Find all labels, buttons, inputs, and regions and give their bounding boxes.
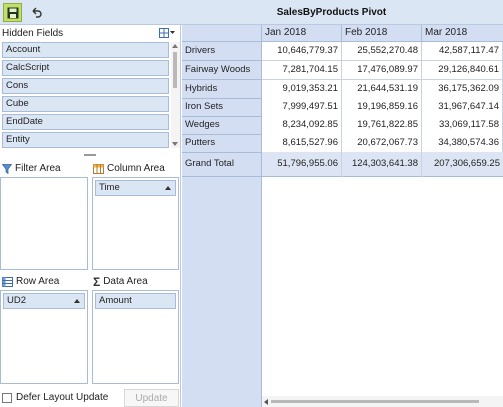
horizontal-scroll-thumb[interactable]: [271, 400, 479, 403]
field-item-enddate[interactable]: EndDate: [2, 114, 169, 130]
row-header-fairway-woods[interactable]: Fairway Woods: [182, 61, 262, 80]
data-area-header: Σ Data Area: [93, 274, 148, 289]
sort-ascending-icon[interactable]: [74, 299, 80, 303]
column-area-header: Column Area: [93, 163, 165, 174]
panel-splitter[interactable]: [84, 154, 96, 156]
filter-area-header: Filter Area: [2, 163, 61, 174]
update-button[interactable]: Update: [124, 389, 179, 407]
column-header-jan-2018[interactable]: Jan 2018: [262, 25, 342, 42]
scroll-left-arrow-icon[interactable]: [264, 399, 268, 405]
row-area-label: Row Area: [16, 276, 60, 287]
table-cell[interactable]: 21,644,531.19: [342, 80, 422, 99]
field-list-panel: Hidden Fields Account CalcScript Cons Cu…: [0, 25, 181, 407]
layout-grid-icon[interactable]: [159, 27, 175, 39]
table-cell[interactable]: 36,175,362.09: [422, 80, 503, 99]
table-cell[interactable]: 31,967,647.14: [422, 98, 503, 117]
row-area-icon: [2, 276, 13, 287]
pivot-title: SalesByProducts Pivot: [276, 7, 387, 18]
scroll-up-arrow-icon[interactable]: [172, 44, 178, 48]
table-cell[interactable]: 42,587,117.47: [422, 42, 503, 61]
horizontal-scrollbar[interactable]: [262, 396, 503, 407]
table-cell[interactable]: 34,380,574.36: [422, 134, 503, 153]
table-cell[interactable]: 33,069,117.58: [422, 116, 503, 135]
table-cell[interactable]: 10,646,779.37: [262, 42, 342, 61]
data-area-drop-zone[interactable]: Amount: [92, 290, 179, 384]
grand-total-cell[interactable]: 51,796,955.06: [262, 152, 342, 177]
row-header-iron-sets[interactable]: Iron Sets: [182, 98, 262, 117]
corner-header: [182, 25, 262, 42]
table-cell[interactable]: 8,234,092.85: [262, 116, 342, 135]
defer-layout-label: Defer Layout Update: [16, 392, 109, 403]
table-cell[interactable]: 7,999,497.51: [262, 98, 342, 117]
scroll-thumb[interactable]: [173, 52, 177, 88]
column-area-label: Column Area: [107, 163, 165, 174]
table-cell[interactable]: 19,761,822.85: [342, 116, 422, 135]
filter-area-label: Filter Area: [15, 163, 61, 174]
field-item-entity[interactable]: Entity: [2, 132, 169, 148]
row-area-header: Row Area: [2, 276, 59, 287]
defer-layout-checkbox[interactable]: [2, 392, 12, 403]
hidden-fields-label: Hidden Fields: [2, 27, 64, 39]
table-cell[interactable]: 9,019,353.21: [262, 80, 342, 99]
sort-ascending-icon[interactable]: [165, 186, 171, 190]
field-item-calcscript[interactable]: CalcScript: [2, 60, 169, 76]
filter-area-drop-zone[interactable]: [0, 177, 88, 270]
table-cell[interactable]: 20,672,067.73: [342, 134, 422, 153]
grand-total-cell[interactable]: 124,303,641.38: [342, 152, 422, 177]
hidden-field-list: Account CalcScript Cons Cube EndDate Ent…: [0, 42, 172, 150]
column-area-drop-zone[interactable]: Time: [92, 177, 179, 270]
sigma-icon: Σ: [93, 274, 101, 289]
table-cell[interactable]: 8,615,527.96: [262, 134, 342, 153]
column-header-mar-2018[interactable]: Mar 2018: [422, 25, 503, 42]
pivot-grid: Jan 2018 Feb 2018 Mar 2018 Drivers 10,64…: [182, 25, 503, 407]
defer-layout-update[interactable]: Defer Layout Update: [2, 392, 108, 403]
row-area-drop-zone[interactable]: UD2: [0, 290, 88, 384]
field-item-cube[interactable]: Cube: [2, 96, 169, 112]
table-cell[interactable]: 7,281,704.15: [262, 61, 342, 80]
row-field-ud2[interactable]: UD2: [3, 293, 85, 309]
column-field-time-label: Time: [99, 182, 120, 193]
data-field-amount[interactable]: Amount: [95, 293, 176, 309]
row-header-putters[interactable]: Putters: [182, 134, 262, 153]
grand-total-label[interactable]: Grand Total: [182, 152, 262, 177]
field-item-cons[interactable]: Cons: [2, 78, 169, 94]
data-field-amount-label: Amount: [99, 295, 132, 306]
table-cell[interactable]: 19,196,859.16: [342, 98, 422, 117]
grand-total-cell[interactable]: 207,306,659.25: [422, 152, 503, 177]
data-area-label: Data Area: [103, 276, 148, 287]
table-cell[interactable]: 17,476,089.97: [342, 61, 422, 80]
row-header-hybrids[interactable]: Hybrids: [182, 80, 262, 99]
toolbar: SalesByProducts Pivot: [0, 0, 503, 25]
hidden-fields-header: Hidden Fields: [0, 25, 181, 41]
column-header-feb-2018[interactable]: Feb 2018: [342, 25, 422, 42]
table-cell[interactable]: 29,126,840.61: [422, 61, 503, 80]
column-header-row: Jan 2018 Feb 2018 Mar 2018: [182, 25, 503, 42]
field-item-account[interactable]: Account: [2, 42, 169, 58]
row-header-wedges[interactable]: Wedges: [182, 116, 262, 135]
field-list-scrollbar[interactable]: [171, 42, 180, 148]
row-header-drivers[interactable]: Drivers: [182, 42, 262, 61]
table-cell[interactable]: 25,552,270.48: [342, 42, 422, 61]
column-field-time[interactable]: Time: [95, 180, 176, 196]
scroll-down-arrow-icon[interactable]: [172, 142, 178, 146]
column-area-icon: [93, 163, 104, 174]
row-field-ud2-label: UD2: [7, 295, 27, 306]
filter-icon: [2, 163, 12, 174]
